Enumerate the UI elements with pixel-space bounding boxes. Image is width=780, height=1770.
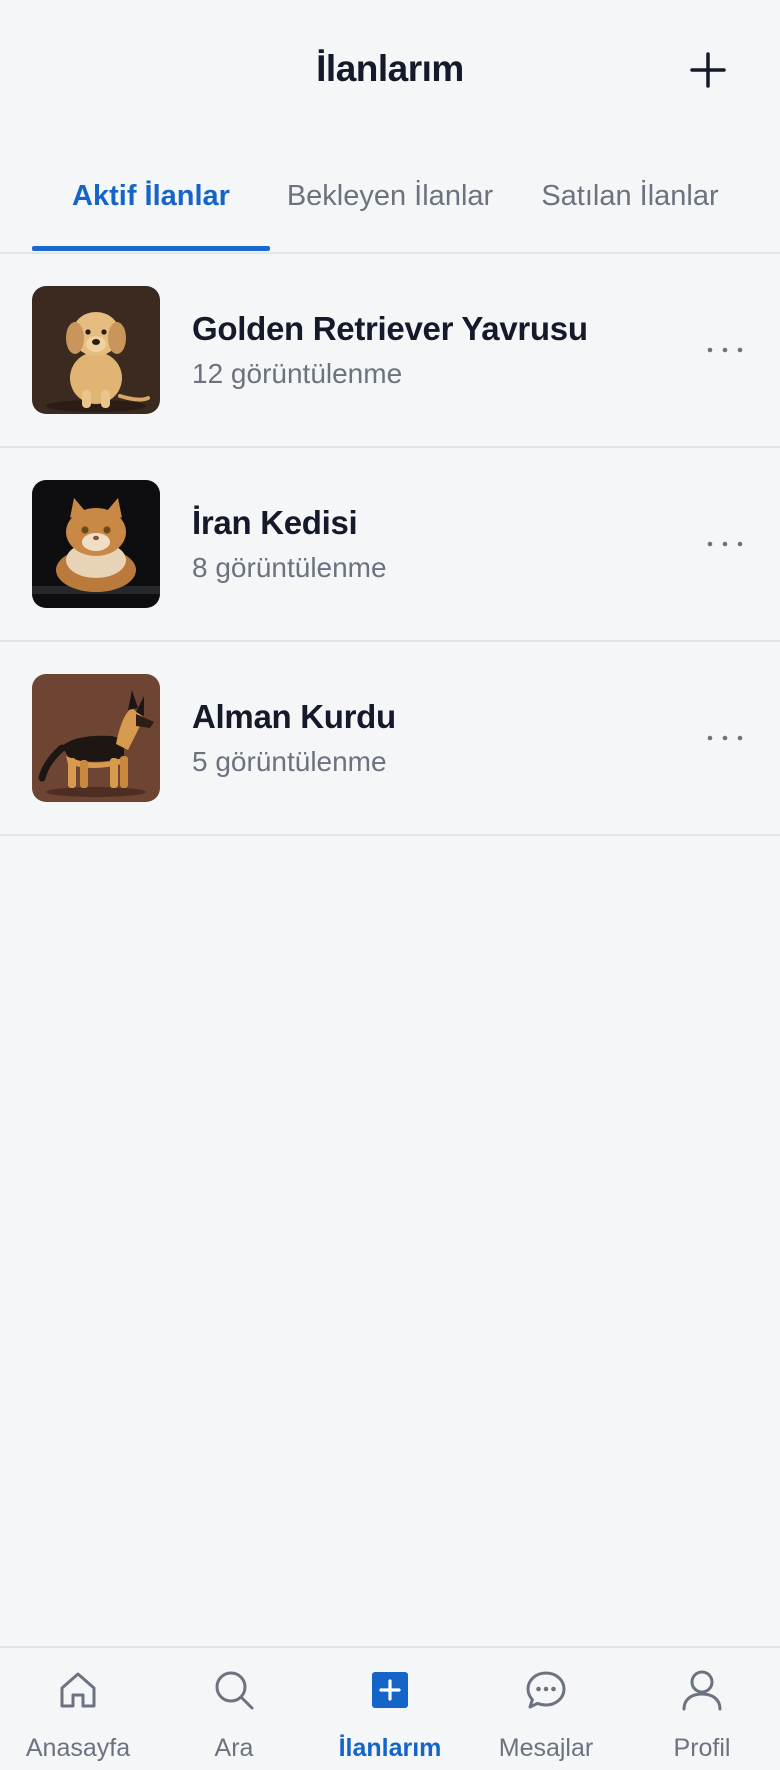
- more-horizontal-icon: [707, 541, 743, 547]
- nav-label: Mesajlar: [498, 1734, 594, 1762]
- search-icon: [215, 1671, 254, 1710]
- more-options-button[interactable]: [700, 524, 750, 564]
- plus-icon: [690, 52, 726, 88]
- nav-my-listings[interactable]: İlanlarım: [312, 1648, 468, 1770]
- more-horizontal-icon: [707, 347, 743, 353]
- home-icon: [60, 1672, 96, 1708]
- more-horizontal-icon: [707, 735, 743, 741]
- listing-views: 12 görüntülenme: [192, 358, 403, 389]
- listing-thumbnail: [32, 286, 160, 414]
- listing-item[interactable]: Golden Retriever Yavrusu 12 görüntülenme: [0, 254, 780, 448]
- nav-label: Anasayfa: [25, 1734, 131, 1762]
- listing-title: Alman Kurdu: [192, 698, 396, 735]
- add-listing-button[interactable]: [684, 46, 732, 94]
- nav-messages[interactable]: Mesajlar: [468, 1648, 624, 1770]
- nav-search[interactable]: Ara: [156, 1648, 312, 1770]
- listing-views: 8 görüntülenme: [192, 552, 387, 583]
- chat-icon: [526, 1671, 566, 1709]
- listing-item[interactable]: Alman Kurdu 5 görüntülenme: [0, 642, 780, 836]
- nav-label: İlanlarım: [338, 1734, 442, 1762]
- nav-label: Profil: [673, 1734, 731, 1762]
- user-icon: [682, 1670, 722, 1711]
- listing-list: Golden Retriever Yavrusu 12 görüntülenme: [0, 254, 780, 836]
- page-title: İlanlarım: [316, 48, 464, 89]
- listing-title: Golden Retriever Yavrusu: [192, 310, 588, 347]
- german-shepherd-photo: [32, 674, 160, 802]
- active-tab-indicator: [32, 246, 270, 251]
- more-options-button[interactable]: [700, 718, 750, 758]
- listing-thumbnail: [32, 480, 160, 608]
- top-bar: İlanlarım: [0, 0, 780, 140]
- listing-thumbnail: [32, 674, 160, 802]
- add-listing-icon: [372, 1672, 408, 1708]
- persian-cat-photo: [32, 480, 160, 608]
- listing-item[interactable]: İran Kedisi 8 görüntülenme: [0, 448, 780, 642]
- more-options-button[interactable]: [700, 330, 750, 370]
- listing-views: 5 görüntülenme: [192, 746, 387, 777]
- golden-retriever-puppy-photo: [32, 286, 160, 414]
- nav-home[interactable]: Anasayfa: [0, 1648, 156, 1770]
- listing-title: İran Kedisi: [192, 504, 358, 541]
- nav-label: Ara: [214, 1734, 254, 1762]
- tab-sold-listings[interactable]: Satılan İlanlar: [520, 180, 740, 250]
- tab-active-listings[interactable]: Aktif İlanlar: [32, 180, 270, 250]
- bottom-navigation: Anasayfa Ara İlanlarım Mesajlar Profil: [0, 1646, 780, 1770]
- nav-profile[interactable]: Profil: [624, 1648, 780, 1770]
- listing-tabs: Aktif İlanlar Bekleyen İlanlar Satılan İ…: [0, 140, 780, 254]
- tab-pending-listings[interactable]: Bekleyen İlanlar: [270, 180, 510, 250]
